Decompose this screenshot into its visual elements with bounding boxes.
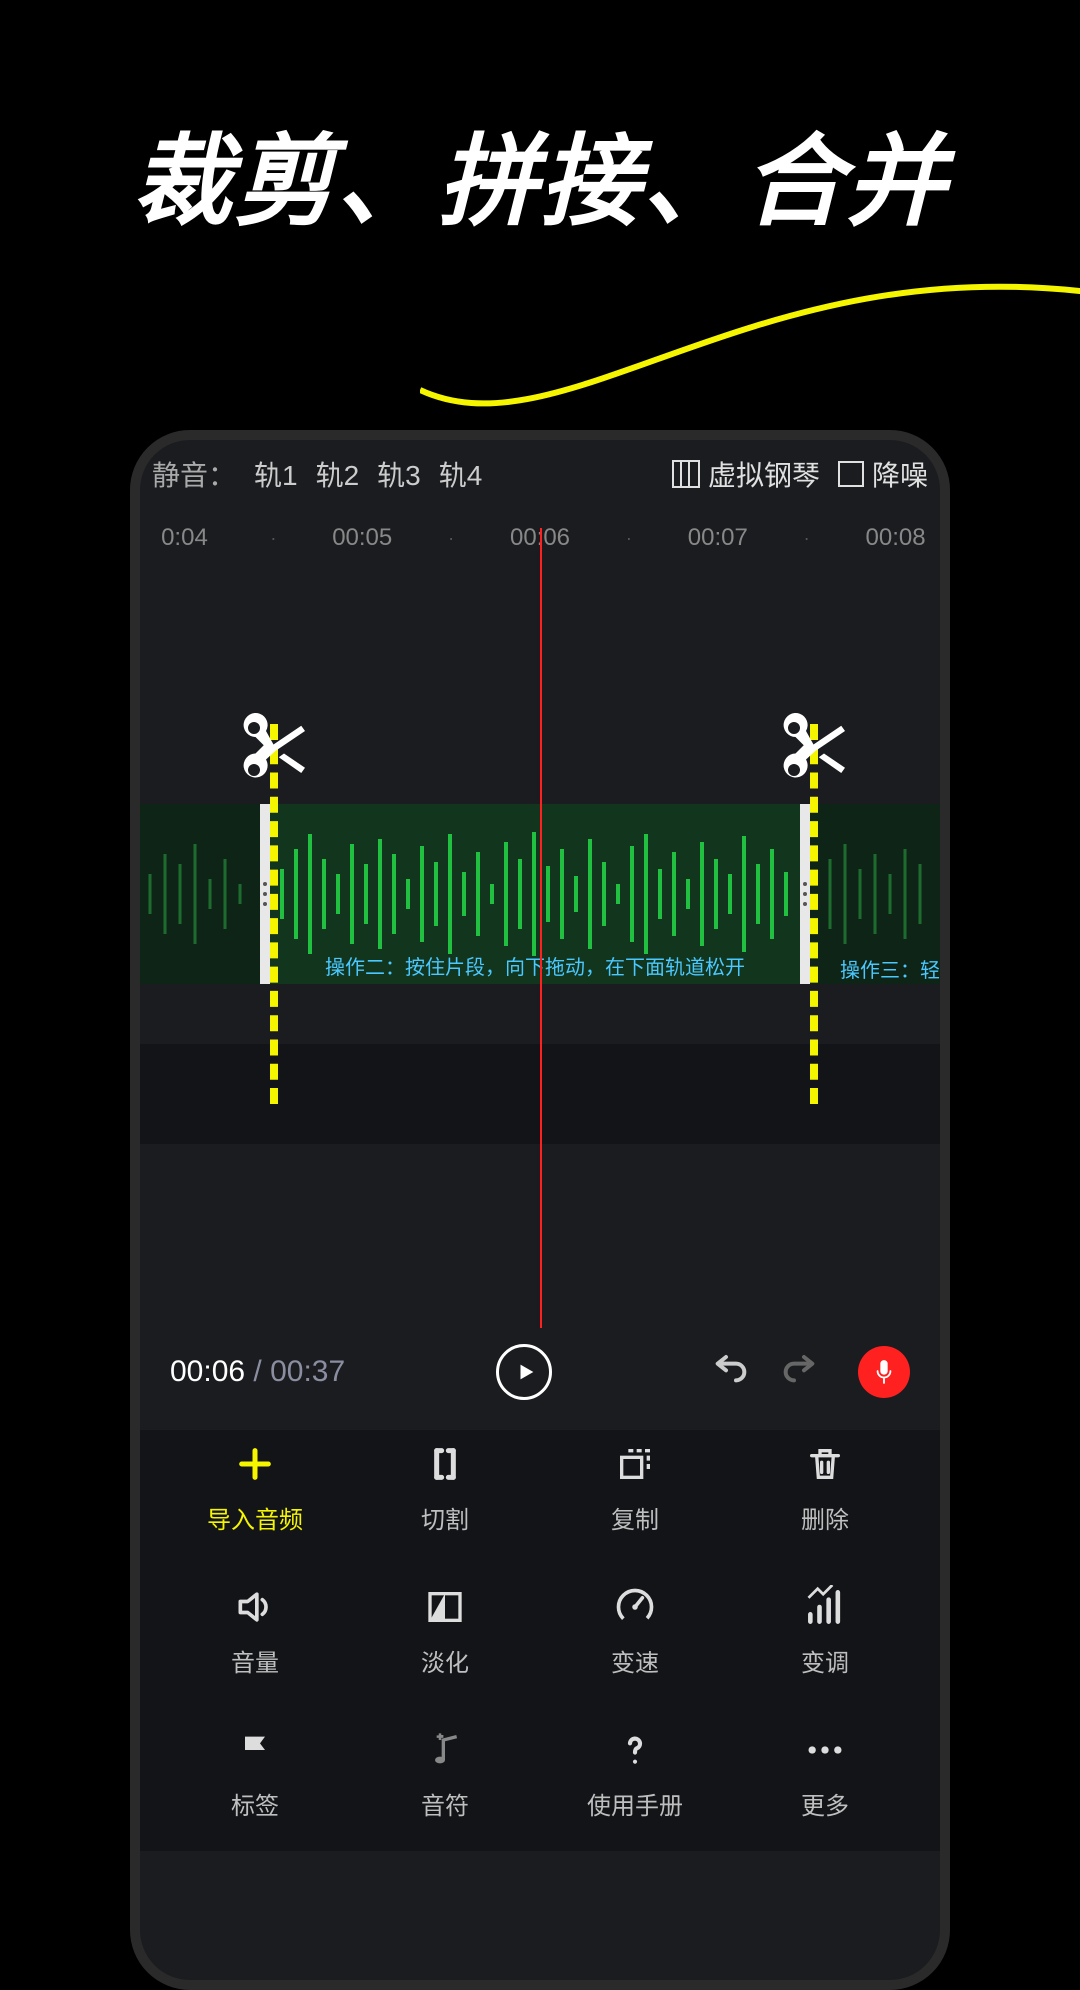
time-display: 00:06 / 00:37 <box>170 1355 345 1389</box>
undo-button[interactable] <box>702 1352 750 1392</box>
tool-split[interactable]: 切割 <box>350 1440 540 1535</box>
marketing-headline: 裁剪、拼接、合并 <box>0 100 1080 245</box>
tool-note[interactable]: 音符 <box>350 1726 540 1821</box>
tool-fade[interactable]: 淡化 <box>350 1583 540 1678</box>
tool-label: 复制 <box>611 1500 659 1535</box>
volume-icon <box>231 1583 279 1631</box>
tool-delete[interactable]: 删除 <box>730 1440 920 1535</box>
flag-icon <box>231 1726 279 1774</box>
tool-label: 删除 <box>801 1500 849 1535</box>
split-icon <box>421 1440 469 1488</box>
timeline[interactable]: 操作二：按住片段，向下拖动，在下面轨道松开 操作三：轻轻 <box>140 564 940 1324</box>
plus-icon <box>231 1440 279 1488</box>
ruler-dot: · <box>407 528 496 549</box>
tool-volume[interactable]: 音量 <box>160 1583 350 1678</box>
total-time: 00:37 <box>270 1355 345 1388</box>
ruler-tick: 0:04 <box>140 524 229 552</box>
checkbox-icon <box>838 461 864 487</box>
mic-icon <box>873 1358 895 1386</box>
tool-grid: 导入音频 切割 复制 删除 音量 淡化 变速 变调 <box>140 1430 940 1851</box>
tool-label: 标签 <box>231 1786 279 1821</box>
music-note-icon <box>421 1726 469 1774</box>
tool-label: 音符 <box>421 1786 469 1821</box>
tool-pitch[interactable]: 变调 <box>730 1583 920 1678</box>
audio-clip[interactable]: 操作二：按住片段，向下拖动，在下面轨道松开 <box>260 804 810 984</box>
copy-icon <box>611 1440 659 1488</box>
tool-label: 导入音频 <box>207 1500 303 1535</box>
tool-more[interactable]: 更多 <box>730 1726 920 1821</box>
tool-label: 切割 <box>421 1500 469 1535</box>
transport-bar: 00:06 / 00:37 <box>140 1324 940 1430</box>
tool-label: 音量 <box>231 1643 279 1678</box>
mute-label: 静音： <box>152 454 236 494</box>
trash-icon <box>801 1440 849 1488</box>
phone-frame: 静音： 轨1 轨2 轨3 轨4 虚拟钢琴 降噪 0:04 · 00:05 · 0… <box>130 430 950 1990</box>
play-icon <box>515 1361 537 1383</box>
top-toolbar: 静音： 轨1 轨2 轨3 轨4 虚拟钢琴 降噪 <box>140 440 940 508</box>
track-tab-2[interactable]: 轨2 <box>316 454 360 494</box>
virtual-piano-button[interactable]: 虚拟钢琴 <box>672 454 820 494</box>
playhead[interactable] <box>540 528 542 1328</box>
ruler-dot: · <box>229 528 318 549</box>
clip-handle-right[interactable] <box>800 882 810 906</box>
tool-label: 变速 <box>611 1643 659 1678</box>
ruler-tick: 00:08 <box>851 524 940 552</box>
more-icon <box>801 1726 849 1774</box>
track-tab-1[interactable]: 轨1 <box>254 454 298 494</box>
fade-icon <box>421 1583 469 1631</box>
question-icon <box>611 1726 659 1774</box>
tool-marker[interactable]: 标签 <box>160 1726 350 1821</box>
tool-speed[interactable]: 变速 <box>540 1583 730 1678</box>
clip-hint-text: 操作二：按住片段，向下拖动，在下面轨道松开 <box>325 951 745 980</box>
tool-label: 使用手册 <box>587 1786 683 1821</box>
track-tab-4[interactable]: 轨4 <box>439 454 483 494</box>
redo-button[interactable] <box>780 1352 828 1392</box>
tool-import-audio[interactable]: 导入音频 <box>160 1440 350 1535</box>
tool-copy[interactable]: 复制 <box>540 1440 730 1535</box>
tool-manual[interactable]: 使用手册 <box>540 1726 730 1821</box>
current-time: 00:06 <box>170 1355 245 1388</box>
ruler-dot: · <box>762 528 851 549</box>
scissors-icon <box>230 704 320 799</box>
noise-reduce-toggle[interactable]: 降噪 <box>838 454 928 494</box>
time-separator: / <box>245 1355 270 1388</box>
piano-icon <box>672 460 700 488</box>
ruler-tick: 00:05 <box>318 524 407 552</box>
tool-label: 更多 <box>801 1786 849 1821</box>
gauge-icon <box>611 1583 659 1631</box>
tool-label: 淡化 <box>421 1643 469 1678</box>
ruler-tick: 00:07 <box>673 524 762 552</box>
play-button[interactable] <box>496 1344 552 1400</box>
side-hint-text: 操作三：轻轻 <box>840 954 950 983</box>
ruler-dot: · <box>584 528 673 549</box>
record-button[interactable] <box>858 1346 910 1398</box>
virtual-piano-label: 虚拟钢琴 <box>708 454 820 494</box>
tool-label: 变调 <box>801 1643 849 1678</box>
noise-reduce-label: 降噪 <box>872 454 928 494</box>
clip-handle-left[interactable] <box>260 882 270 906</box>
scissors-icon <box>770 704 860 799</box>
signal-icon <box>801 1583 849 1631</box>
track-tab-3[interactable]: 轨3 <box>377 454 421 494</box>
